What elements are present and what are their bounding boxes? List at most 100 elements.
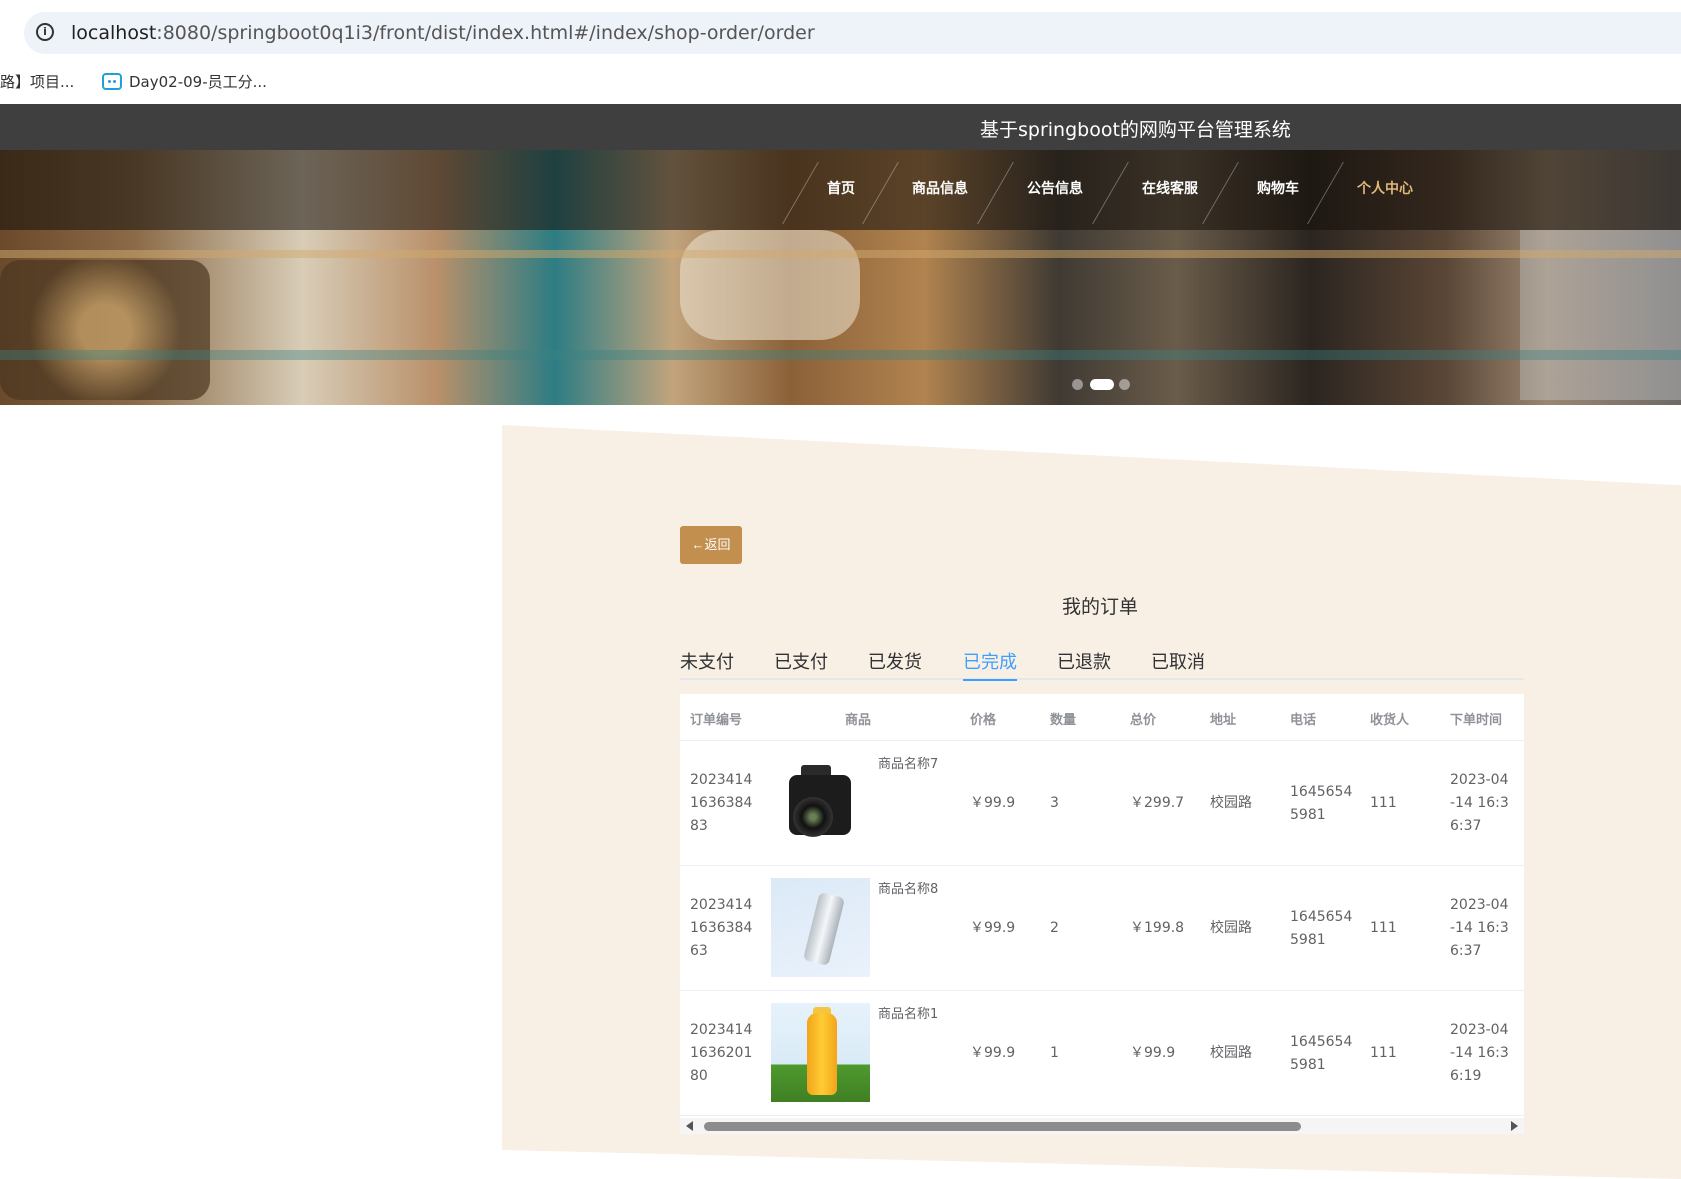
table-row[interactable]: 2023414 1636384 63 商品名称8 ￥99.9 2 ￥199.8 校园路 1645… bbox=[680, 866, 1524, 991]
phone-cell-line: 5981 bbox=[1290, 1056, 1326, 1073]
order-status-tabs: 未支付 已支付 已发货 已完成 已退款 已取消 bbox=[680, 648, 1524, 681]
juice-image[interactable] bbox=[771, 1003, 870, 1102]
url-host: localhost bbox=[71, 22, 157, 44]
order-time-cell-line: 2023-04 bbox=[1450, 897, 1509, 913]
url-path: :8080/springboot0q1i3/front/dist/index.h… bbox=[156, 22, 815, 44]
bookmarks-bar: 路】项目... Day02-09-员工分... bbox=[0, 62, 1681, 104]
order-number-line: 83 bbox=[690, 818, 708, 834]
column-header-0[interactable]: 订单编号 bbox=[690, 709, 742, 728]
browser-address-bar: i localhost:8080/springboot0q1i3/front/d… bbox=[0, 0, 1681, 62]
nav-item-0[interactable]: 首页 bbox=[827, 178, 855, 198]
order-time-cell-line: 6:37 bbox=[1450, 818, 1482, 834]
banner-decor bbox=[0, 250, 1681, 258]
order-time-cell: 2023-04 -14 16:3 6:37 bbox=[1450, 769, 1509, 838]
tab-1[interactable]: 已支付 bbox=[774, 648, 828, 680]
total-cell: ￥99.9 bbox=[1130, 1045, 1176, 1061]
column-header-6[interactable]: 电话 bbox=[1290, 709, 1316, 728]
order-number: 2023414 1636384 63 bbox=[690, 894, 752, 963]
table-row[interactable]: 2023414 1636201 80 商品名称1 ￥99.9 1 ￥99.9 校园路 16456… bbox=[680, 991, 1524, 1116]
product-name[interactable]: 商品名称7 bbox=[878, 753, 938, 776]
total-cell: ￥199.8 bbox=[1130, 920, 1185, 936]
site-header: 基于springboot的网购平台管理系统 bbox=[0, 104, 1681, 150]
table-header: 订单编号 商品 价格 数量 总价 地址 电话 收货人 下单时间 bbox=[680, 694, 1524, 741]
nav-item-4[interactable]: 购物车 bbox=[1257, 178, 1299, 198]
banner-decor bbox=[0, 350, 1681, 360]
order-time-cell-line: 2023-04 bbox=[1450, 1022, 1509, 1038]
order-time-cell-line: -14 16:3 bbox=[1450, 795, 1509, 811]
address-cell: 校园路 bbox=[1210, 920, 1252, 936]
bilibili-icon bbox=[102, 73, 122, 90]
address-cell: 校园路 bbox=[1210, 1045, 1252, 1061]
order-time-cell-line: 6:37 bbox=[1450, 943, 1482, 959]
nav-item-3[interactable]: 在线客服 bbox=[1142, 178, 1198, 198]
column-header-1[interactable]: 商品 bbox=[845, 709, 871, 728]
order-number-line: 2023414 bbox=[690, 897, 753, 913]
bottle-image[interactable] bbox=[771, 878, 870, 977]
order-number-line: 1636201 bbox=[690, 1045, 753, 1061]
nav-item-5[interactable]: 个人中心 bbox=[1357, 178, 1413, 198]
tab-2[interactable]: 已发货 bbox=[868, 648, 922, 680]
product-name[interactable]: 商品名称1 bbox=[878, 1003, 938, 1026]
order-number-line: 2023414 bbox=[690, 772, 753, 788]
url-text[interactable]: localhost:8080/springboot0q1i3/front/dis… bbox=[71, 22, 815, 44]
order-time-cell: 2023-04 -14 16:3 6:37 bbox=[1450, 894, 1509, 963]
table-row[interactable]: 2023414 1636384 83 商品名称7 ￥99.9 3 ￥299.7 校园路 1645… bbox=[680, 741, 1524, 866]
column-header-7[interactable]: 收货人 bbox=[1370, 709, 1409, 728]
column-header-8[interactable]: 下单时间 bbox=[1450, 709, 1502, 728]
receiver-cell: 111 bbox=[1370, 920, 1397, 936]
product-name[interactable]: 商品名称8 bbox=[878, 878, 938, 901]
receiver-cell: 111 bbox=[1370, 795, 1397, 811]
order-number-line: 1636384 bbox=[690, 920, 753, 936]
page-title: 我的订单 bbox=[1062, 596, 1139, 618]
phone-cell-line: 1645654 bbox=[1290, 1033, 1353, 1050]
column-header-3[interactable]: 数量 bbox=[1050, 709, 1076, 728]
order-number: 2023414 1636201 80 bbox=[690, 1019, 752, 1088]
horizontal-scrollbar[interactable] bbox=[680, 1118, 1524, 1134]
price-cell: ￥99.9 bbox=[970, 795, 1016, 811]
price-cell: ￥99.9 bbox=[970, 1045, 1016, 1061]
order-time-cell-line: 2023-04 bbox=[1450, 772, 1509, 788]
site-title: 基于springboot的网购平台管理系统 bbox=[980, 119, 1291, 141]
quantity-cell: 2 bbox=[1050, 920, 1059, 936]
quantity-cell: 3 bbox=[1050, 795, 1059, 811]
scroll-left-icon[interactable] bbox=[686, 1121, 693, 1131]
phone-cell: 1645654 5981 bbox=[1290, 781, 1352, 827]
scroll-thumb[interactable] bbox=[704, 1122, 1301, 1131]
address-cell: 校园路 bbox=[1210, 795, 1252, 811]
order-number-line: 63 bbox=[690, 943, 708, 959]
tab-0[interactable]: 未支付 bbox=[680, 648, 734, 680]
phone-cell-line: 5981 bbox=[1290, 806, 1326, 823]
camera-part bbox=[793, 797, 833, 837]
order-number-line: 1636384 bbox=[690, 795, 753, 811]
carousel-dot-0[interactable] bbox=[1072, 379, 1083, 390]
phone-cell: 1645654 5981 bbox=[1290, 1031, 1352, 1077]
back-button[interactable]: ←返回 bbox=[680, 526, 742, 564]
bookmark-label: Day02-09-员工分... bbox=[129, 73, 267, 91]
carousel-dot-1[interactable] bbox=[1090, 379, 1114, 390]
tab-4[interactable]: 已退款 bbox=[1057, 648, 1111, 680]
order-number: 2023414 1636384 83 bbox=[690, 769, 752, 838]
nav-item-2[interactable]: 公告信息 bbox=[1027, 178, 1083, 198]
orders-table: 订单编号 商品 价格 数量 总价 地址 电话 收货人 下单时间 2023414 1636384 83… bbox=[680, 694, 1524, 1134]
total-cell: ￥299.7 bbox=[1130, 795, 1185, 811]
price-cell: ￥99.9 bbox=[970, 920, 1016, 936]
scroll-right-icon[interactable] bbox=[1511, 1121, 1518, 1131]
order-number-line: 2023414 bbox=[690, 1022, 753, 1038]
column-header-5[interactable]: 地址 bbox=[1210, 709, 1236, 728]
phone-cell: 1645654 5981 bbox=[1290, 906, 1352, 952]
phone-cell-line: 1645654 bbox=[1290, 783, 1353, 800]
bookmark-project[interactable]: 路】项目... bbox=[0, 71, 74, 92]
order-time-cell-line: -14 16:3 bbox=[1450, 920, 1509, 936]
tab-5[interactable]: 已取消 bbox=[1151, 648, 1205, 680]
bookmark-day02[interactable]: Day02-09-员工分... bbox=[102, 71, 267, 92]
site-info-icon[interactable]: i bbox=[36, 23, 54, 41]
column-header-2[interactable]: 价格 bbox=[970, 709, 996, 728]
column-header-4[interactable]: 总价 bbox=[1130, 709, 1156, 728]
order-time-cell-line: -14 16:3 bbox=[1450, 1045, 1509, 1061]
quantity-cell: 1 bbox=[1050, 1045, 1059, 1061]
juice-part bbox=[807, 1013, 837, 1095]
nav-item-1[interactable]: 商品信息 bbox=[912, 178, 968, 198]
tab-3[interactable]: 已完成 bbox=[963, 648, 1017, 681]
camera-image[interactable] bbox=[771, 753, 870, 852]
carousel-dot-2[interactable] bbox=[1119, 379, 1130, 390]
